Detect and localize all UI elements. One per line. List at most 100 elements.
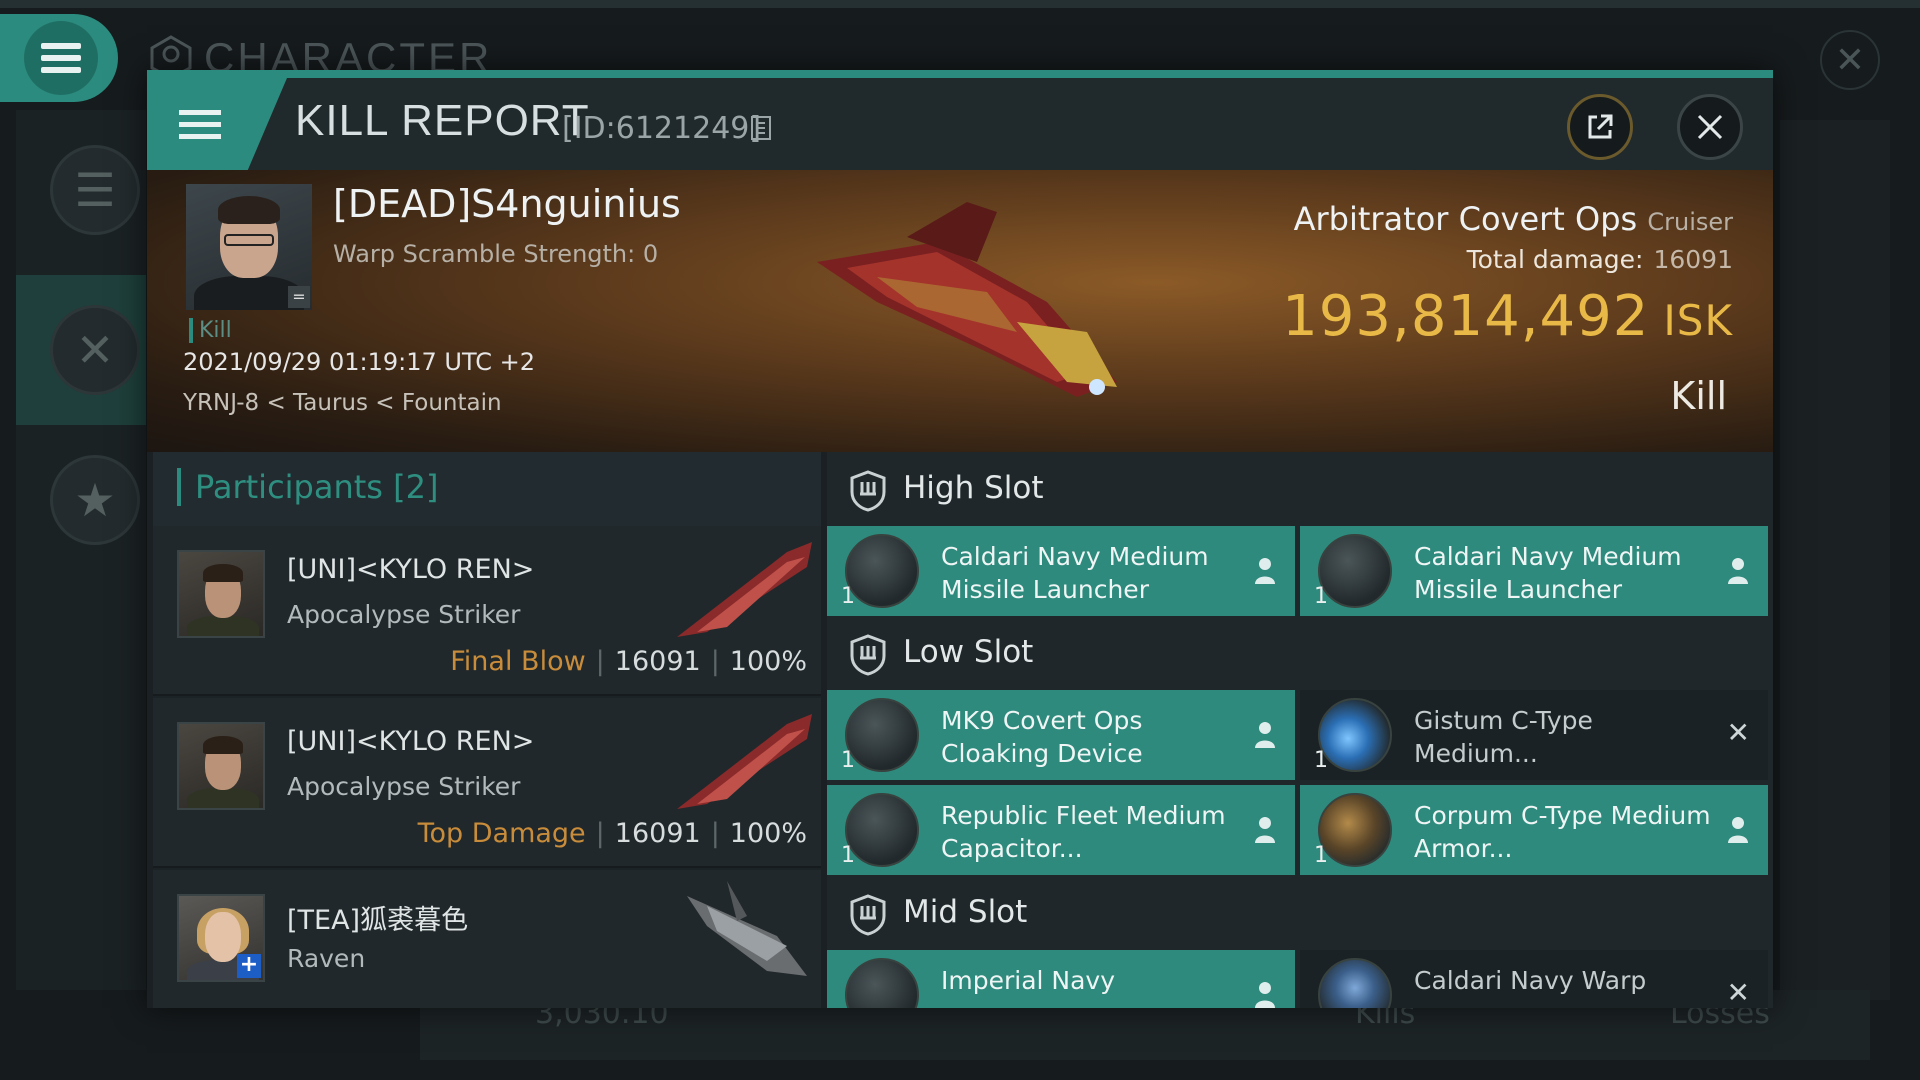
dropped-person-icon (1255, 558, 1275, 584)
module-quantity: 1 (1314, 843, 1328, 868)
dropped-person-icon (1255, 817, 1275, 843)
kill-location[interactable]: YRNJ-8 < Taurus < Fountain (183, 390, 502, 416)
capacitor-icon (845, 793, 919, 867)
kill-tag: Kill (189, 318, 232, 343)
dropped-person-icon (1255, 722, 1275, 748)
participant-stats: Top Damage | 16091 | 100% (417, 818, 807, 849)
module-quantity: 1 (841, 843, 855, 868)
top-damage-tag: Top Damage (417, 818, 586, 849)
ship-class: Cruiser (1647, 208, 1733, 236)
victim-ship-name[interactable]: Arbitrator Covert Ops Cruiser (1294, 200, 1733, 238)
top-border (0, 0, 1920, 8)
final-blow-tag: Final Blow (450, 646, 586, 677)
module-quantity: 1 (1314, 748, 1328, 773)
module-slot[interactable]: Caldari Navy Warp ✕ (1300, 950, 1768, 1008)
participant-portrait[interactable] (177, 550, 265, 638)
module-name: Gistum C-Type Medium... (1414, 706, 1593, 768)
module-name: Caldari Navy Warp (1414, 966, 1647, 995)
copy-icon[interactable] (751, 116, 771, 140)
participants-title: Participants [2] (177, 468, 438, 506)
participant-row[interactable]: [UNI]<KYLO REN> Apocalypse Striker Top D… (153, 698, 821, 868)
participant-portrait[interactable]: + (177, 894, 265, 982)
plus-icon: + (237, 954, 261, 978)
participant-name: [UNI]<KYLO REN> (287, 554, 535, 585)
participant-stats: Final Blow | 16091 | 100% (450, 646, 807, 677)
dropped-person-icon (1255, 982, 1275, 1008)
module-slot[interactable]: 1 Corpum C-Type Medium Armor... (1300, 785, 1768, 875)
participant-row[interactable]: [UNI]<KYLO REN> Apocalypse Striker Final… (153, 526, 821, 696)
participant-ship-image (677, 542, 812, 637)
dialog-title: KILL REPORT (295, 96, 590, 145)
corp-badge-icon: = (288, 286, 310, 308)
module-name: Corpum C-Type Medium Armor... (1414, 801, 1711, 863)
missile-launcher-icon (845, 534, 919, 608)
share-button[interactable] (1567, 94, 1633, 160)
victim-name[interactable]: [DEAD]S4nguinius (333, 182, 681, 226)
module-quantity: 1 (1314, 584, 1328, 609)
missile-launcher-icon (1318, 534, 1392, 608)
participants-panel: Participants [2] [UNI]<KYLO REN> Apocaly… (153, 452, 821, 1008)
warp-disruptor-icon (1318, 958, 1392, 1008)
main-menu-button[interactable] (0, 14, 118, 102)
participant-ship-image (677, 714, 812, 809)
close-button[interactable] (1677, 94, 1743, 160)
close-icon (1697, 114, 1723, 140)
mid-slot-header: Mid Slot (827, 876, 1773, 950)
module-slot[interactable]: 1 Caldari Navy Medium Missile Launcher (1300, 526, 1768, 616)
victim-ship-image[interactable] (787, 182, 1227, 432)
dropped-person-icon (1728, 817, 1748, 843)
dropped-person-icon (1728, 558, 1748, 584)
module-slot[interactable]: 1 Republic Fleet Medium Capacitor... (827, 785, 1295, 875)
sidebar-combat-icon[interactable]: ✕ (50, 305, 140, 395)
background-right-panel (1780, 120, 1890, 1000)
list-icon (179, 109, 221, 139)
slot-shield-icon (850, 634, 886, 676)
destroyed-x-icon: ✕ (1726, 976, 1750, 1008)
sidebar-star-icon[interactable]: ★ (50, 455, 140, 545)
slot-title: Mid Slot (903, 894, 1028, 930)
module-quantity: 1 (841, 584, 855, 609)
participant-ship-image (687, 881, 807, 976)
module-slot[interactable]: 1 Caldari Navy Medium Missile Launcher (827, 526, 1295, 616)
participant-ship: Raven (287, 944, 366, 973)
background-close-icon[interactable]: ✕ (1820, 30, 1880, 90)
module-slot[interactable]: 1 Gistum C-Type Medium... ✕ (1300, 690, 1768, 780)
total-damage: Total damage: 16091 (1466, 245, 1733, 274)
module-name: MK9 Covert Ops Cloaking Device (941, 706, 1143, 768)
destroyed-x-icon: ✕ (1726, 716, 1750, 749)
warp-scramble-strength: Warp Scramble Strength: 0 (333, 240, 659, 268)
module-slot[interactable]: Imperial Navy (827, 950, 1295, 1008)
cloaking-device-icon (845, 698, 919, 772)
armor-repairer-icon (1318, 793, 1392, 867)
participant-ship: Apocalypse Striker (287, 772, 521, 801)
isk-value: 193,814,492 ISK (1282, 284, 1733, 349)
participants-header: Participants [2] (153, 452, 821, 526)
module-quantity: 1 (841, 748, 855, 773)
shield-extender-icon (1318, 698, 1392, 772)
kill-datetime: 2021/09/29 01:19:17 UTC +2 (183, 348, 535, 376)
slot-shield-icon (850, 470, 886, 512)
module-name: Republic Fleet Medium Capacitor... (941, 801, 1226, 863)
kill-id: [ID:6121249] (562, 111, 762, 146)
menu-icon (41, 43, 81, 73)
victim-portrait[interactable]: = (186, 184, 312, 310)
low-slot-header: Low Slot (827, 616, 1773, 690)
participant-ship: Apocalypse Striker (287, 600, 521, 629)
participant-name: [TEA]狐裘暮色 (287, 905, 469, 936)
module-slot[interactable]: 1 MK9 Covert Ops Cloaking Device (827, 690, 1295, 780)
module-name: Imperial Navy (941, 966, 1116, 995)
slot-title: Low Slot (903, 634, 1034, 670)
participant-name: [UNI]<KYLO REN> (287, 726, 535, 757)
module-icon (845, 958, 919, 1008)
victim-banner: = [DEAD]S4nguinius Warp Scramble Strengt… (147, 170, 1773, 452)
slot-title: High Slot (903, 470, 1044, 506)
participant-row[interactable]: + [TEA]狐裘暮色 Raven (153, 870, 821, 1008)
module-name: Caldari Navy Medium Missile Launcher (1414, 542, 1682, 604)
share-icon (1588, 114, 1613, 139)
fitting-panel: High Slot 1 Caldari Navy Medium Missile … (827, 452, 1773, 1008)
high-slot-header: High Slot (827, 452, 1773, 526)
participant-portrait[interactable] (177, 722, 265, 810)
module-name: Caldari Navy Medium Missile Launcher (941, 542, 1209, 604)
sidebar-list-icon[interactable]: ☰ (50, 145, 140, 235)
kill-report-dialog: KILL REPORT [ID:6121249] = [DEAD]S4nguin… (147, 70, 1773, 1008)
